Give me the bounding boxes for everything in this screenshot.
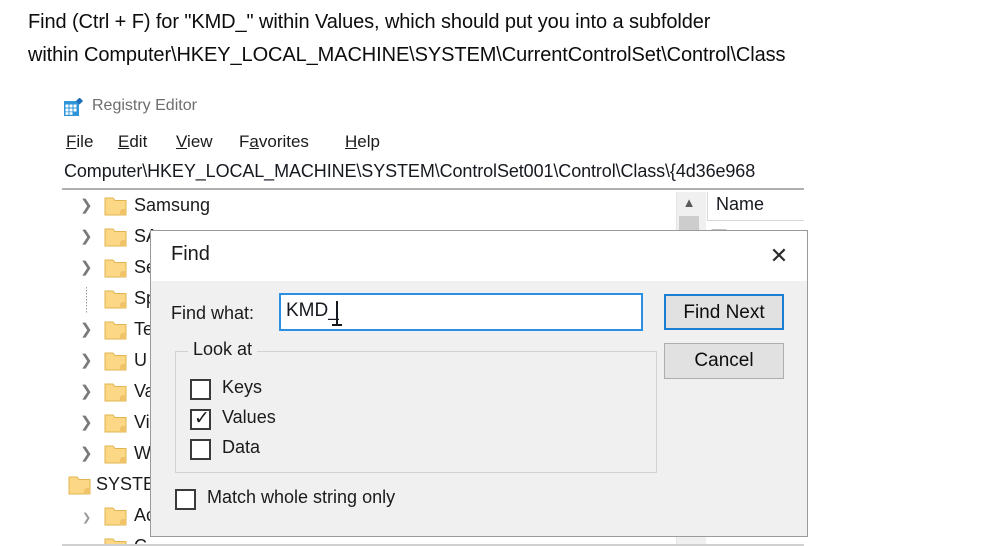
chevron-right-icon[interactable]: ❯ xyxy=(80,260,94,275)
chevron-right-icon[interactable]: ❯ xyxy=(80,229,94,244)
find-dialog-titlebar: Find ✕ xyxy=(151,231,807,281)
address-divider xyxy=(62,188,804,190)
registry-editor-icon xyxy=(64,98,84,116)
checkbox-values-box[interactable]: ✓ xyxy=(190,408,211,430)
menu-item-help[interactable]: Help xyxy=(341,130,384,154)
window-title: Registry Editor xyxy=(92,97,197,114)
checkbox-match-whole-box[interactable] xyxy=(175,489,196,510)
chevron-up-icon[interactable]: ▲ xyxy=(677,192,701,214)
checkbox-data-label: Data xyxy=(222,437,261,457)
tree-item-label: Samsung xyxy=(134,195,211,215)
chevron-right-icon[interactable]: ❯ xyxy=(80,446,94,461)
text-caret xyxy=(332,301,342,326)
tree-connector-line xyxy=(86,287,87,314)
find-dialog-body: Find what: KMD_ Find Next Cancel Look at… xyxy=(151,281,807,535)
folder-icon xyxy=(104,321,127,340)
checkbox-match-whole-label: Match whole string only xyxy=(207,487,396,507)
find-what-label: Find what: xyxy=(171,303,255,323)
address-path: Computer\HKEY_LOCAL_MACHINE\SYSTEM\Contr… xyxy=(64,161,756,181)
menu-item-favorites[interactable]: Favorites xyxy=(235,130,313,154)
checkbox-values-label: Values xyxy=(222,407,276,427)
folder-icon xyxy=(104,197,127,216)
address-bar[interactable]: Computer\HKEY_LOCAL_MACHINE\SYSTEM\Contr… xyxy=(60,160,806,188)
chevron-right-icon[interactable]: ❯ xyxy=(80,198,94,213)
menu-item-view[interactable]: View xyxy=(172,130,217,154)
folder-icon xyxy=(104,383,127,402)
column-header-name[interactable]: Name xyxy=(707,192,804,221)
checkbox-data-box[interactable] xyxy=(190,439,211,460)
folder-icon xyxy=(104,228,127,247)
tree-item-label: C xyxy=(134,536,147,544)
menu-bar: File Edit View Favorites Help xyxy=(60,128,806,161)
chevron-right-icon[interactable]: ❯ xyxy=(80,353,94,368)
chevron-right-icon[interactable]: ❯ xyxy=(80,415,94,430)
chevron-right-icon[interactable]: ❯ xyxy=(80,384,94,399)
find-dialog: Find ✕ Find what: KMD_ Find Next Cancel … xyxy=(150,230,808,537)
checkbox-keys-label: Keys xyxy=(222,377,263,397)
checkbox-keys-box[interactable] xyxy=(190,379,211,400)
chevron-right-icon[interactable]: ❯ xyxy=(82,511,96,525)
look-at-groupbox: Look at Keys ✓ Values Data xyxy=(175,339,657,473)
folder-icon xyxy=(104,352,127,371)
menu-item-edit[interactable]: Edit xyxy=(114,130,151,154)
cancel-button[interactable]: Cancel xyxy=(664,343,784,379)
tree-item[interactable]: ❯ Samsung xyxy=(62,192,674,223)
folder-icon xyxy=(104,259,127,278)
find-what-input[interactable]: KMD_ xyxy=(279,293,643,331)
instruction-line-1: Find (Ctrl + F) for "KMD_" within Values… xyxy=(28,11,711,33)
tree-item-label: U xyxy=(134,350,147,370)
window-titlebar: Registry Editor xyxy=(60,92,806,126)
folder-icon xyxy=(104,414,127,433)
instruction-line-2: within Computer\HKEY_LOCAL_MACHINE\SYSTE… xyxy=(28,44,786,66)
tree-item-label: Vi xyxy=(134,412,150,432)
check-icon: ✓ xyxy=(194,408,210,429)
folder-icon xyxy=(104,507,127,526)
look-at-label: Look at xyxy=(188,339,258,360)
find-dialog-title: Find xyxy=(171,243,210,265)
instruction-text: Find (Ctrl + F) for "KMD_" within Values… xyxy=(28,6,988,72)
folder-icon xyxy=(68,476,91,495)
find-next-button[interactable]: Find Next xyxy=(664,294,784,330)
column-header-label: Name xyxy=(716,194,765,214)
screenshot-root: Find (Ctrl + F) for "KMD_" within Values… xyxy=(0,0,999,546)
menu-item-file[interactable]: File xyxy=(62,130,97,154)
folder-icon xyxy=(104,445,127,464)
tree-item-label: W xyxy=(134,443,151,463)
close-icon[interactable]: ✕ xyxy=(751,231,807,281)
find-what-value: KMD_ xyxy=(286,300,339,321)
chevron-right-icon[interactable]: ❯ xyxy=(80,322,94,337)
folder-icon xyxy=(104,290,127,309)
